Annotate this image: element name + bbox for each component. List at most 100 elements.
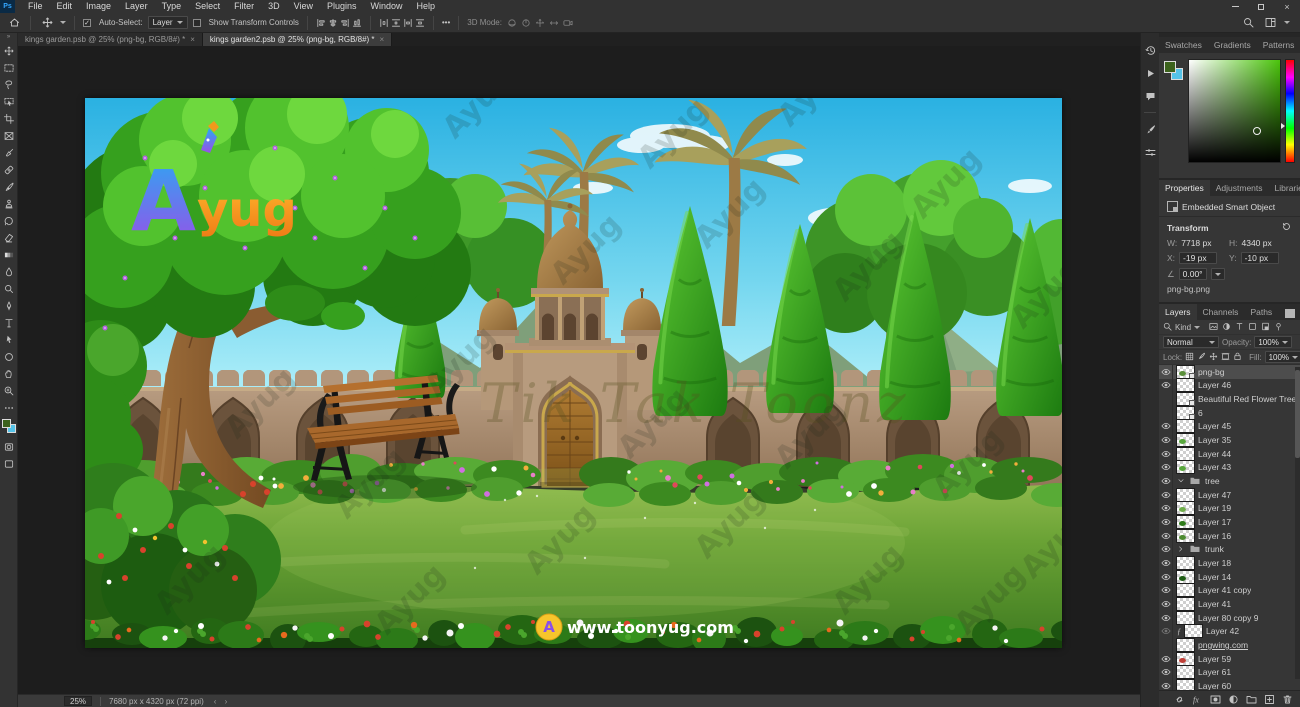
- tab-paths[interactable]: Paths: [1244, 304, 1278, 320]
- layer-name[interactable]: Layer 46: [1198, 380, 1231, 390]
- layer-row[interactable]: Layer 80 copy 9: [1159, 611, 1300, 625]
- layer-row[interactable]: Layer 61: [1159, 665, 1300, 679]
- layer-thumbnail[interactable]: [1185, 625, 1202, 637]
- quick-mask-tool[interactable]: [0, 438, 18, 455]
- layer-row[interactable]: Layer 41: [1159, 597, 1300, 611]
- layer-name[interactable]: Layer 60: [1198, 681, 1231, 690]
- x-input[interactable]: -19 px: [1179, 252, 1217, 264]
- layer-row[interactable]: Layer 17: [1159, 515, 1300, 529]
- tab-properties[interactable]: Properties: [1159, 180, 1210, 196]
- layer-row[interactable]: Layer 43: [1159, 461, 1300, 475]
- blend-mode-dropdown[interactable]: Normal: [1163, 336, 1219, 348]
- layer-row[interactable]: pngwing.com: [1159, 638, 1300, 652]
- lock-pixels-icon[interactable]: [1197, 352, 1206, 363]
- lock-transparent-icon[interactable]: [1185, 352, 1194, 363]
- layer-thumbnail[interactable]: [1177, 393, 1194, 405]
- lasso-tool[interactable]: [0, 76, 18, 93]
- saturation-brightness-picker[interactable]: [1188, 59, 1281, 163]
- layer-style-fx-button[interactable]: fx: [1191, 693, 1204, 706]
- layer-mask-button[interactable]: [1209, 693, 1222, 706]
- layer-row[interactable]: Layer 41 copy: [1159, 584, 1300, 598]
- layer-thumbnail[interactable]: [1177, 448, 1194, 460]
- layer-thumbnail[interactable]: [1177, 584, 1194, 596]
- visibility-eye-icon[interactable]: [1159, 529, 1173, 543]
- menu-window[interactable]: Window: [364, 0, 410, 13]
- layer-row[interactable]: Beautiful Red Flower Tree: [1159, 392, 1300, 406]
- layer-name[interactable]: Layer 14: [1198, 572, 1231, 582]
- search-icon[interactable]: [1240, 15, 1256, 31]
- layer-thumbnail[interactable]: [1177, 598, 1194, 610]
- menu-3d[interactable]: 3D: [261, 0, 287, 13]
- object-select-tool[interactable]: [0, 93, 18, 110]
- tab-libraries[interactable]: Libraries: [1269, 180, 1300, 196]
- lock-all-icon[interactable]: [1233, 352, 1242, 363]
- layer-name[interactable]: Layer 18: [1198, 558, 1231, 568]
- kind-filter[interactable]: Kind: [1175, 323, 1191, 332]
- eyedropper-tool[interactable]: [0, 144, 18, 161]
- visibility-eye-icon[interactable]: [1159, 447, 1173, 461]
- layer-name[interactable]: Layer 35: [1198, 435, 1231, 445]
- layer-thumbnail[interactable]: [1177, 516, 1194, 528]
- visibility-eye-icon[interactable]: [1159, 502, 1173, 516]
- collapse-toolbar-icon[interactable]: »: [7, 33, 10, 42]
- visibility-eye-icon[interactable]: [1159, 420, 1173, 434]
- brush-tool[interactable]: [0, 178, 18, 195]
- visibility-eye-icon[interactable]: [1159, 543, 1173, 557]
- visibility-eye-icon[interactable]: [1159, 665, 1173, 679]
- w-value[interactable]: 7718 px: [1181, 238, 1211, 248]
- close-button[interactable]: ×: [1274, 0, 1300, 13]
- tab-channels[interactable]: Channels: [1197, 304, 1245, 320]
- visibility-eye-icon[interactable]: [1159, 679, 1173, 690]
- layer-thumbnail[interactable]: [1177, 461, 1194, 473]
- eraser-tool[interactable]: [0, 229, 18, 246]
- layer-name[interactable]: tree: [1205, 476, 1220, 486]
- layer-row[interactable]: Layer 35: [1159, 433, 1300, 447]
- layer-row[interactable]: Layer 46: [1159, 379, 1300, 393]
- brush-settings-panel-button[interactable]: [1142, 122, 1158, 136]
- lock-position-icon[interactable]: [1209, 352, 1218, 363]
- workspace-icon[interactable]: [1262, 15, 1278, 31]
- menu-file[interactable]: File: [21, 0, 50, 13]
- layer-thumbnail[interactable]: [1177, 639, 1194, 651]
- zoom-level-field[interactable]: 25%: [64, 696, 92, 706]
- marquee-tool[interactable]: [0, 59, 18, 76]
- layer-row[interactable]: png-bg: [1159, 365, 1300, 379]
- visibility-hidden-box[interactable]: [1159, 406, 1173, 420]
- smart-filter-icon[interactable]: [1261, 322, 1270, 333]
- layer-row[interactable]: Layer 45: [1159, 420, 1300, 434]
- layer-row[interactable]: Layer 18: [1159, 556, 1300, 570]
- tab-layers[interactable]: Layers: [1159, 304, 1197, 320]
- type-filter-icon[interactable]: [1235, 322, 1244, 333]
- layer-row[interactable]: trunk: [1159, 543, 1300, 557]
- gradient-tool[interactable]: [0, 246, 18, 263]
- minimize-button[interactable]: [1222, 0, 1248, 13]
- tab-swatches[interactable]: Swatches: [1159, 37, 1208, 53]
- screen-mode-tool[interactable]: [0, 455, 18, 472]
- healing-tool[interactable]: [0, 161, 18, 178]
- layer-name[interactable]: pngwing.com: [1198, 640, 1248, 650]
- move-tool-icon[interactable]: [39, 15, 55, 31]
- layer-name[interactable]: trunk: [1205, 544, 1224, 554]
- shape-tool[interactable]: [0, 348, 18, 365]
- layer-name[interactable]: 6: [1198, 408, 1203, 418]
- auto-select-dropdown[interactable]: Layer: [148, 16, 188, 29]
- foreground-color-swatch[interactable]: [2, 419, 11, 428]
- menu-image[interactable]: Image: [79, 0, 118, 13]
- more-options-icon[interactable]: •••: [442, 18, 450, 27]
- layer-thumbnail[interactable]: [1177, 666, 1194, 678]
- close-tab-icon[interactable]: ×: [190, 35, 195, 44]
- adjustment-filter-icon[interactable]: [1222, 322, 1231, 333]
- menu-layer[interactable]: Layer: [118, 0, 155, 13]
- angle-dropdown[interactable]: [1211, 268, 1225, 280]
- color-swatches[interactable]: [0, 418, 18, 436]
- type-tool[interactable]: [0, 314, 18, 331]
- frame-tool[interactable]: [0, 127, 18, 144]
- delete-layer-button[interactable]: [1281, 693, 1294, 706]
- show-transform-checkbox[interactable]: ✓: [193, 19, 201, 27]
- layer-name[interactable]: Layer 47: [1198, 490, 1231, 500]
- tab-adjustments[interactable]: Adjustments: [1210, 180, 1269, 196]
- path-select-tool[interactable]: [0, 331, 18, 348]
- new-layer-button[interactable]: [1263, 693, 1276, 706]
- layer-thumbnail[interactable]: [1177, 680, 1194, 690]
- layer-thumbnail[interactable]: [1177, 420, 1194, 432]
